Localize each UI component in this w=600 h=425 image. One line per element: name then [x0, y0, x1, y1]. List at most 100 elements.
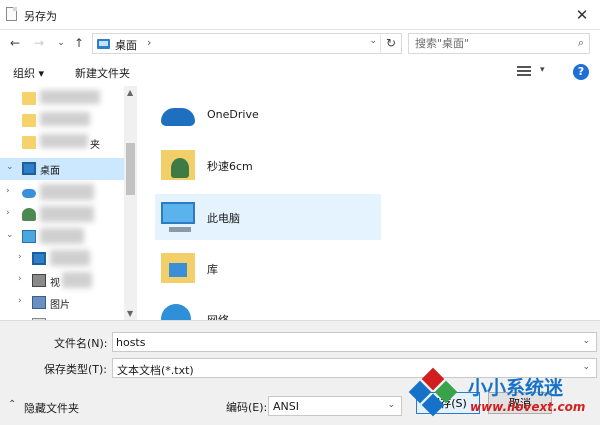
- network-icon: [161, 304, 191, 320]
- scroll-up-icon[interactable]: ▲: [127, 88, 133, 97]
- desktop-folder-icon: [97, 39, 110, 49]
- filename-input[interactable]: [116, 335, 551, 349]
- blurred-label: [40, 112, 90, 126]
- encoding-dropdown-icon[interactable]: ⌄: [387, 400, 395, 410]
- tree-item-desktop[interactable]: ⌄ 桌面: [0, 158, 124, 180]
- filename-dropdown-icon[interactable]: ⌄: [582, 336, 590, 346]
- folder-icon: [22, 92, 36, 105]
- save-type-label: 保存类型(T):: [44, 363, 108, 376]
- up-arrow-icon[interactable]: ↑: [70, 34, 88, 52]
- blurred-label: [40, 134, 88, 148]
- tree-item-pc-desktop[interactable]: ›: [0, 248, 124, 270]
- onedrive-icon: [22, 189, 36, 198]
- window-title: 另存为: [24, 10, 57, 23]
- encoding-label: 编码(E):: [226, 401, 268, 414]
- tree-item-this-pc[interactable]: ⌄: [0, 226, 124, 248]
- filename-field[interactable]: ⌄: [112, 332, 597, 352]
- new-folder-button[interactable]: 新建文件夹: [75, 65, 130, 81]
- navigation-pane: 夹 ⌄ 桌面 › › ⌄ › › 视 › 图片 ▲ ▼: [0, 86, 137, 320]
- blurred-label: [40, 206, 94, 222]
- chevron-up-icon: ⌃: [8, 399, 17, 410]
- recent-locations-chevron-icon[interactable]: ⌄: [52, 34, 70, 52]
- watermark-url: www.ilovext.com: [470, 400, 586, 414]
- search-input[interactable]: [415, 36, 565, 51]
- breadcrumb-separator-icon[interactable]: ›: [147, 36, 151, 49]
- file-item-label: 库: [207, 263, 218, 276]
- address-dropdown-icon[interactable]: ⌄: [369, 36, 377, 46]
- tree-item-folder-3[interactable]: 夹: [0, 132, 124, 154]
- refresh-icon[interactable]: ↻: [380, 34, 401, 53]
- pictures-icon: [32, 296, 46, 309]
- chevron-right-icon[interactable]: ›: [6, 208, 10, 218]
- file-item-label: 秒速6cm: [207, 160, 253, 173]
- filename-label: 文件名(N):: [54, 337, 108, 350]
- library-icon: [161, 253, 195, 283]
- desktop-icon: [22, 162, 36, 175]
- computer-icon: [22, 230, 36, 243]
- file-item-label: 此电脑: [207, 212, 240, 225]
- tree-item-label: 桌面: [40, 166, 60, 177]
- chevron-right-icon[interactable]: ›: [18, 296, 22, 306]
- blurred-label: [62, 272, 92, 288]
- address-bar[interactable]: 桌面 › ⌄ ↻: [92, 33, 402, 54]
- organize-menu-button[interactable]: 组织 ▾: [13, 65, 44, 81]
- computer-icon: [161, 202, 195, 232]
- tree-item-onedrive[interactable]: ›: [0, 182, 124, 204]
- encoding-value: ANSI: [273, 400, 299, 413]
- file-list: OneDrive 秒速6cm 此电脑 库 网络: [137, 86, 600, 320]
- navigation-bar: ← → ⌄ ↑ 桌面 › ⌄ ↻ ⌕: [0, 30, 600, 56]
- breadcrumb-desktop[interactable]: 桌面: [115, 37, 137, 53]
- blurred-label: [40, 228, 84, 244]
- file-item-label: 网络: [207, 312, 229, 320]
- blurred-label: [40, 184, 94, 200]
- tree-item-folder-1[interactable]: [0, 88, 124, 110]
- file-item-user-folder[interactable]: 秒速6cm: [155, 142, 381, 188]
- view-options-icon[interactable]: [517, 66, 531, 78]
- chevron-right-icon[interactable]: ›: [6, 186, 10, 196]
- tree-item-label: 视: [50, 278, 60, 289]
- save-type-value: 文本文档(*.txt): [117, 364, 194, 377]
- view-dropdown-icon[interactable]: ▾: [540, 65, 545, 75]
- hide-folders-label: 隐藏文件夹: [24, 402, 79, 415]
- chevron-right-icon[interactable]: ›: [18, 274, 22, 284]
- scrollbar-thumb[interactable]: [126, 143, 135, 195]
- file-item-libraries[interactable]: 库: [155, 245, 381, 291]
- file-item-network[interactable]: 网络: [155, 296, 381, 320]
- navigation-scrollbar[interactable]: ▲ ▼: [124, 86, 137, 320]
- video-icon: [32, 274, 46, 287]
- chevron-down-icon[interactable]: ⌄: [6, 162, 14, 172]
- command-toolbar: 组织 ▾ 新建文件夹 ▾ ?: [0, 58, 600, 86]
- user-icon: [22, 208, 36, 221]
- file-item-label: OneDrive: [207, 108, 259, 121]
- tree-item-label: 图片: [50, 300, 70, 311]
- tree-item-pictures[interactable]: › 图片: [0, 292, 124, 314]
- close-icon[interactable]: ✕: [564, 0, 600, 30]
- tree-item-folder-2[interactable]: [0, 110, 124, 132]
- watermark-logo-icon: [408, 367, 458, 417]
- search-icon[interactable]: ⌕: [578, 36, 584, 50]
- user-folder-icon: [161, 150, 195, 180]
- tree-item-user[interactable]: ›: [0, 204, 124, 226]
- tree-item-label: 夹: [90, 140, 100, 151]
- file-item-this-pc[interactable]: 此电脑: [155, 194, 381, 240]
- encoding-select[interactable]: ANSI ⌄: [268, 396, 402, 416]
- title-bar: 另存为 ✕: [0, 0, 600, 30]
- desktop-icon: [32, 252, 46, 265]
- back-arrow-icon[interactable]: ←: [6, 34, 24, 52]
- chevron-down-icon[interactable]: ⌄: [6, 230, 14, 240]
- forward-arrow-icon[interactable]: →: [30, 34, 48, 52]
- scroll-down-icon[interactable]: ▼: [127, 309, 133, 318]
- chevron-right-icon[interactable]: ›: [18, 252, 22, 262]
- folder-icon: [22, 114, 36, 127]
- onedrive-icon: [161, 108, 195, 126]
- watermark-site-name: 小小系统迷: [468, 377, 564, 399]
- watermark: 小小系统迷 www.ilovext.com: [404, 363, 600, 425]
- search-box[interactable]: ⌕: [408, 33, 590, 54]
- blurred-label: [50, 250, 90, 266]
- notepad-document-icon: [6, 7, 17, 21]
- folder-icon: [22, 136, 36, 149]
- file-item-onedrive[interactable]: OneDrive: [155, 92, 381, 138]
- blurred-label: [40, 90, 100, 104]
- help-icon[interactable]: ?: [573, 64, 589, 80]
- tree-item-videos[interactable]: › 视: [0, 270, 124, 292]
